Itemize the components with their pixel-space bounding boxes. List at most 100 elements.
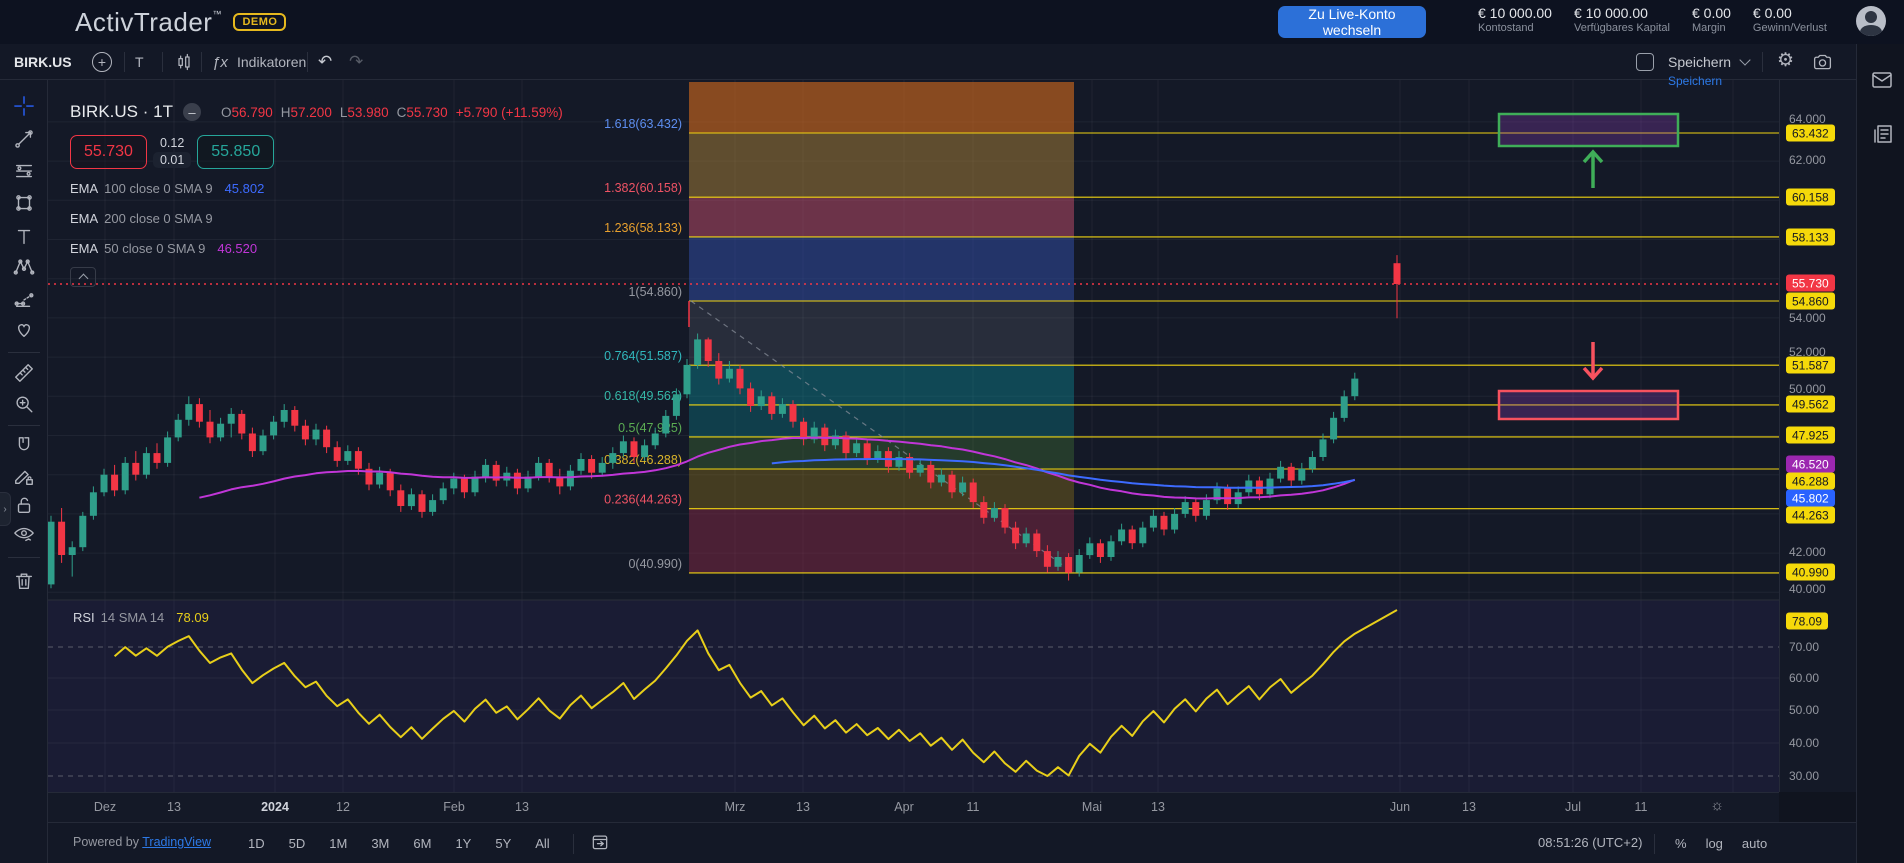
- rsi-legend[interactable]: RSI14 SMA 14 78.09: [73, 610, 209, 625]
- trading-app: ActivTrader ™ DEMO Zu Live-Konto wechsel…: [0, 0, 1904, 863]
- timeframe-row: 1D 5D 1M 3M 6M 1Y 5Y All: [241, 823, 610, 863]
- price-axis-label: 40.000: [1789, 582, 1826, 596]
- chart-legend: BIRK.US · 1T – O56.790 H57.200 L53.980 C…: [70, 102, 563, 287]
- indicators-button[interactable]: Indikatoren: [237, 44, 306, 80]
- price-axis-label: 30.00: [1789, 769, 1819, 783]
- price-axis-badge[interactable]: 54.860: [1786, 293, 1835, 310]
- tf-1y[interactable]: 1Y: [448, 833, 478, 854]
- price-axis-label: 42.000: [1789, 545, 1826, 559]
- go-to-date-icon[interactable]: [590, 832, 610, 857]
- log-scale-button[interactable]: log: [1701, 833, 1728, 854]
- logo-text: ActivTrader: [75, 7, 212, 38]
- price-axis-badge[interactable]: 60.158: [1786, 189, 1835, 206]
- time-axis-label: Mrz: [725, 800, 746, 814]
- collapse-pane-icon[interactable]: –: [183, 103, 201, 121]
- auto-scale-button[interactable]: auto: [1737, 833, 1772, 854]
- price-axis-badge[interactable]: 51.587: [1786, 357, 1835, 374]
- symbol-button[interactable]: BIRK.US: [14, 44, 72, 80]
- price-axis-badge[interactable]: 47.925: [1786, 427, 1835, 444]
- time-axis-label: Dez: [94, 800, 116, 814]
- fib-lines-tool-icon[interactable]: [13, 160, 35, 182]
- redo-icon[interactable]: ↷: [349, 44, 363, 80]
- stat-pnl-label: Gewinn/Verlust: [1753, 22, 1827, 34]
- indicator-row-ema100[interactable]: EMA100 close 0 SMA 9 45.802: [70, 178, 563, 199]
- price-axis-badge[interactable]: 78.09: [1786, 613, 1828, 630]
- lock-drawings-icon[interactable]: [13, 494, 35, 516]
- time-axis-label: 11: [1635, 800, 1648, 814]
- price-axis-label: 50.00: [1789, 703, 1819, 717]
- time-axis[interactable]: ☼ Dez13202412Feb13Mrz13Apr11Mai13Jun13Ju…: [48, 792, 1779, 822]
- tf-5y[interactable]: 5Y: [488, 833, 518, 854]
- interval-button[interactable]: T: [135, 44, 144, 80]
- svg-text:1(54.860): 1(54.860): [628, 285, 682, 299]
- indicator-row-ema50[interactable]: EMA50 close 0 SMA 9 46.520: [70, 238, 563, 259]
- expand-rail-handle[interactable]: ›: [0, 492, 11, 526]
- buy-ask-button[interactable]: 55.850: [197, 135, 274, 169]
- price-axis-badge[interactable]: 44.263: [1786, 507, 1835, 524]
- text-tool-icon[interactable]: [13, 226, 35, 248]
- time-axis-label: 13: [515, 800, 529, 814]
- settings-gear-icon[interactable]: ⚙: [1777, 49, 1794, 72]
- measure-ruler-icon[interactable]: [13, 362, 35, 384]
- session-clock[interactable]: 08:51:26 (UTC+2): [1538, 835, 1642, 850]
- axis-settings-sun-icon[interactable]: ☼: [1710, 797, 1724, 814]
- tf-6m[interactable]: 6M: [406, 833, 438, 854]
- price-axis-badge[interactable]: 40.990: [1786, 564, 1835, 581]
- price-axis-badge[interactable]: 45.802: [1786, 490, 1835, 507]
- svg-text:1.618(63.432): 1.618(63.432): [604, 117, 682, 131]
- tf-all[interactable]: All: [528, 833, 556, 854]
- svg-text:0.5(47.925): 0.5(47.925): [618, 421, 682, 435]
- time-axis-label: 13: [796, 800, 810, 814]
- svg-text:0.236(44.263): 0.236(44.263): [604, 493, 682, 507]
- pattern-tool-icon[interactable]: [13, 256, 35, 278]
- chevron-up-icon: [78, 274, 88, 284]
- hide-drawings-eye-icon[interactable]: [13, 523, 35, 545]
- shapes-tool-icon[interactable]: [13, 192, 35, 214]
- percent-scale-button[interactable]: %: [1670, 833, 1692, 854]
- magnet-tool-icon[interactable]: [13, 435, 35, 457]
- chart-type-icon[interactable]: [174, 44, 194, 80]
- fx-icon[interactable]: ƒx: [212, 44, 228, 80]
- switch-to-live-button[interactable]: Zu Live-Konto wechseln: [1278, 6, 1426, 38]
- mail-icon[interactable]: [1870, 68, 1894, 97]
- forecast-tool-icon[interactable]: [13, 288, 35, 310]
- bid-ask-widget[interactable]: 55.730 0.12 0.01 55.850: [70, 135, 563, 169]
- stat-margin-value: € 0.00: [1692, 5, 1731, 21]
- trend-line-tool-icon[interactable]: [13, 128, 35, 150]
- price-axis-badge[interactable]: 49.562: [1786, 396, 1835, 413]
- stat-balance: € 10 000.00 Kontostand: [1478, 5, 1552, 34]
- crosshair-tool-icon[interactable]: [13, 95, 35, 117]
- emoji-heart-tool-icon[interactable]: [13, 318, 35, 340]
- collapse-legend-button[interactable]: [70, 267, 96, 287]
- svg-text:0.618(49.562): 0.618(49.562): [604, 389, 682, 403]
- layout-select-icon[interactable]: [1636, 53, 1654, 71]
- powered-by: Powered by TradingView: [73, 835, 211, 849]
- time-axis-label: 2024: [261, 800, 289, 814]
- drawing-mode-lock-icon[interactable]: [13, 465, 35, 487]
- undo-icon[interactable]: ↶: [318, 44, 332, 80]
- tf-1m[interactable]: 1M: [322, 833, 354, 854]
- activtrader-logo: ActivTrader ™ DEMO: [75, 7, 286, 38]
- add-symbol-icon[interactable]: +: [92, 52, 112, 72]
- pane-title[interactable]: BIRK.US · 1T: [70, 102, 173, 122]
- indicator-row-ema200[interactable]: EMA200 close 0 SMA 9: [70, 208, 563, 229]
- tf-1d[interactable]: 1D: [241, 833, 272, 854]
- price-axis-badge[interactable]: 55.730: [1786, 275, 1835, 292]
- news-icon[interactable]: [1870, 122, 1894, 151]
- tf-5d[interactable]: 5D: [282, 833, 313, 854]
- save-label: Speichern: [1668, 54, 1731, 70]
- price-axis-label: 54.000: [1789, 311, 1826, 325]
- price-axis[interactable]: 64.00063.43262.00060.15858.13355.73054.8…: [1779, 80, 1856, 792]
- screenshot-camera-icon[interactable]: [1812, 52, 1833, 78]
- tradingview-link[interactable]: TradingView: [142, 835, 211, 849]
- price-axis-badge[interactable]: 46.520: [1786, 456, 1835, 473]
- zoom-in-icon[interactable]: [13, 393, 35, 415]
- price-axis-badge[interactable]: 58.133: [1786, 229, 1835, 246]
- sell-bid-button[interactable]: 55.730: [70, 135, 147, 169]
- ohlc-readout: O56.790 H57.200 L53.980 C55.730 +5.790 (…: [221, 105, 563, 120]
- price-axis-badge[interactable]: 46.288: [1786, 473, 1835, 490]
- price-axis-badge[interactable]: 63.432: [1786, 125, 1835, 142]
- user-avatar-icon[interactable]: [1856, 6, 1886, 36]
- tf-3m[interactable]: 3M: [364, 833, 396, 854]
- delete-drawings-trash-icon[interactable]: [13, 570, 35, 592]
